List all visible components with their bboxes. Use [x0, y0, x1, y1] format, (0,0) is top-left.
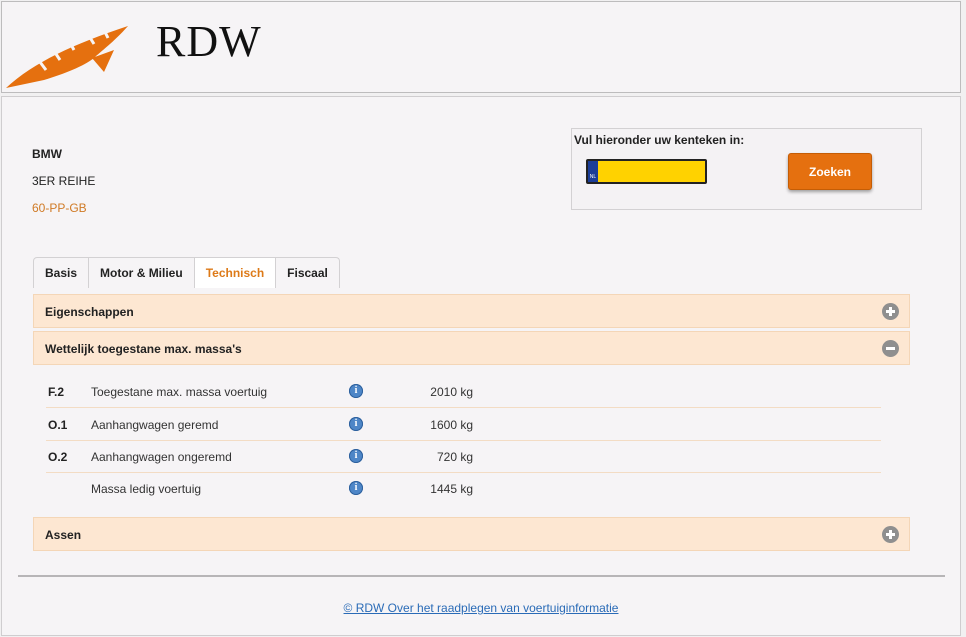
mass-code: O.2 [48, 450, 68, 464]
minus-circle-icon[interactable] [882, 340, 899, 357]
mass-code: F.2 [48, 385, 65, 399]
mass-label: Aanhangwagen ongeremd [91, 450, 232, 464]
section-assen-title: Assen [45, 528, 82, 542]
table-row: O.2 Aanhangwagen ongeremd i 720 kg [46, 440, 881, 473]
tab-motor-milieu[interactable]: Motor & Milieu [89, 258, 195, 288]
vehicle-summary: BMW 3ER REIHE 60-PP-GB [32, 141, 95, 222]
tab-technisch[interactable]: Technisch [194, 258, 277, 288]
vehicle-model: 3ER REIHE [32, 174, 96, 188]
vehicle-plate: 60-PP-GB [32, 201, 87, 215]
mass-value: 1600 kg [430, 418, 473, 432]
footer-divider [18, 575, 945, 577]
mass-label: Massa ledig voertuig [91, 482, 202, 496]
search-button[interactable]: Zoeken [788, 153, 872, 190]
plate-country: NL [589, 174, 597, 180]
site-header: RDW [1, 1, 961, 93]
license-plate-input[interactable] [586, 159, 707, 184]
eu-plate-band-icon: NL [588, 161, 598, 182]
mass-value: 720 kg [436, 450, 473, 464]
info-icon[interactable]: i [349, 417, 363, 431]
tab-fiscaal[interactable]: Fiscaal [276, 258, 339, 288]
section-eigenschappen-title: Eigenschappen [45, 305, 134, 319]
main-panel: BMW 3ER REIHE 60-PP-GB Vul hieronder uw … [1, 96, 961, 636]
plus-circle-icon[interactable] [882, 303, 899, 320]
mass-code: O.1 [48, 418, 68, 432]
rdw-logo-icon[interactable] [4, 22, 134, 90]
mass-label: Toegestane max. massa voertuig [91, 385, 268, 399]
search-label: Vul hieronder uw kenteken in: [574, 133, 745, 147]
tab-bar: Basis Motor & Milieu Technisch Fiscaal [33, 257, 340, 288]
table-row: Massa ledig voertuig i 1445 kg [46, 472, 881, 504]
plate-search-box: Vul hieronder uw kenteken in: NL Zoeken [571, 128, 922, 210]
mass-value: 2010 kg [430, 385, 473, 399]
info-icon[interactable]: i [349, 481, 363, 495]
table-row: O.1 Aanhangwagen geremd i 1600 kg [46, 408, 881, 441]
info-icon[interactable]: i [349, 449, 363, 463]
section-massas[interactable]: Wettelijk toegestane max. massa's [33, 331, 910, 365]
table-row: F.2 Toegestane max. massa voertuig i 201… [46, 375, 881, 408]
logo-wordmark: RDW [156, 17, 262, 66]
info-icon[interactable]: i [349, 384, 363, 398]
tab-basis[interactable]: Basis [34, 258, 90, 288]
mass-label: Aanhangwagen geremd [91, 418, 219, 432]
section-assen[interactable]: Assen [33, 517, 910, 551]
section-eigenschappen[interactable]: Eigenschappen [33, 294, 910, 328]
mass-value: 1445 kg [430, 482, 473, 496]
footer-link[interactable]: © RDW Over het raadplegen van voertuigin… [2, 601, 960, 615]
section-massas-title: Wettelijk toegestane max. massa's [45, 342, 242, 356]
vehicle-make: BMW [32, 147, 62, 161]
plus-circle-icon[interactable] [882, 526, 899, 543]
